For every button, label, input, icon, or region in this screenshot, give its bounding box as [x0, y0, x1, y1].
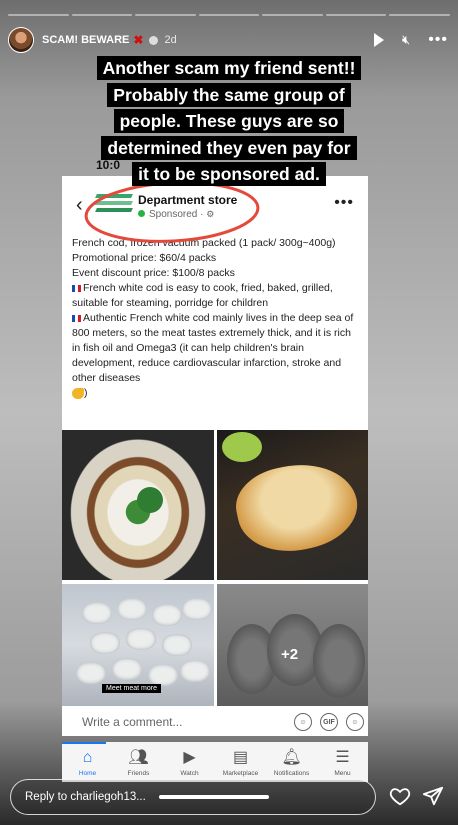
progress-segment: [71, 14, 133, 16]
muscle-emoji-icon: [72, 387, 84, 399]
caption-line: Another scam my friend sent!!: [96, 56, 362, 80]
comment-input: Write a comment...: [82, 715, 183, 729]
verified-icon: [149, 35, 159, 45]
reply-placeholder: Reply to charliegoh13...: [25, 791, 146, 803]
cross-mark-icon: ✖: [133, 33, 144, 47]
story-progress-bar: [8, 14, 451, 16]
more-dots-icon: •••: [334, 194, 354, 211]
menu-icon: ☰: [335, 749, 350, 766]
tab-menu: ☰ Menu: [334, 749, 351, 777]
play-icon[interactable]: [373, 33, 384, 47]
heart-icon[interactable]: [389, 785, 411, 807]
progress-segment: [8, 14, 69, 16]
marketplace-icon: ▤: [232, 749, 249, 766]
active-tab-indicator: [62, 742, 106, 744]
ad-line: Authentic French white cod mainly lives …: [72, 312, 354, 384]
story-header: SCAM! BEWARE ✖ 2d 🔇︎ •••: [8, 26, 448, 54]
tab-friends: 👥︎ Friends: [127, 749, 150, 777]
caption-line: Probably the same group of: [107, 82, 351, 107]
ad-line: Promotional price: $60/4 packs: [72, 252, 217, 264]
photo-frozen-fillets: +2: [217, 584, 368, 706]
france-flag-icon: [72, 314, 81, 322]
gif-icon: GIF: [320, 713, 338, 731]
ad-screenshot: ‹ Department store Sponsored · ⚙ ••• Fre…: [62, 176, 368, 736]
progress-segment: [135, 14, 196, 16]
bell-icon: 🔔︎: [281, 749, 302, 766]
progress-segment: [262, 14, 323, 16]
tab-home: ⌂ Home: [78, 749, 97, 777]
story-caption: Another scam my friend sent!! Probably t…: [0, 55, 458, 188]
ad-body: French cod, frozen vacuum packed (1 pack…: [72, 236, 362, 401]
ad-line: ): [72, 386, 362, 401]
emoji-icon: ☺: [346, 713, 364, 731]
story-view[interactable]: SCAM! BEWARE ✖ 2d 🔇︎ ••• ‹ Department st…: [0, 0, 458, 825]
watch-icon: ▶: [183, 749, 196, 766]
progress-segment: [198, 14, 260, 16]
more-options-icon[interactable]: •••: [428, 31, 448, 49]
tab-notifications: 🔔︎ Notifications: [273, 749, 310, 777]
progress-segment: [389, 14, 451, 16]
caption-line: determined they even pay for: [101, 135, 357, 160]
photo-caption: Meet meat more: [102, 684, 161, 693]
france-flag-icon: [72, 284, 81, 292]
story-time: 2d: [164, 34, 177, 46]
photo-vacuum-packs: Meet meat more: [62, 584, 214, 706]
ad-line: Event discount price: $100/8 packs: [72, 267, 235, 279]
tab-marketplace: ▤ Marketplace: [222, 749, 259, 777]
friends-icon: 👥︎: [128, 749, 149, 766]
username[interactable]: SCAM! BEWARE: [42, 34, 129, 46]
mute-icon[interactable]: 🔇︎: [402, 32, 410, 48]
photo-steamed-cod: [62, 430, 214, 580]
photo-grid: Meet meat more +2: [62, 430, 368, 706]
ad-line: French white cod is easy to cook, fried,…: [72, 282, 333, 309]
progress-segment: [325, 14, 387, 16]
avatar[interactable]: [8, 27, 34, 53]
tab-watch: ▶ Watch: [180, 749, 199, 777]
home-icon: ⌂: [82, 749, 93, 766]
red-highlight-circle: [84, 181, 260, 243]
caption-line: it to be sponsored ad.: [132, 162, 326, 186]
sticker-icon: ☺: [294, 713, 312, 731]
caption-line: people. These guys are so: [113, 109, 345, 133]
send-icon[interactable]: [422, 785, 444, 807]
photo-grilled-cod: [217, 430, 368, 580]
more-photos-count: +2: [281, 646, 299, 663]
facebook-tab-bar: ⌂ Home 👥︎ Friends ▶ Watch ▤ Marketplace 🔔︎ No…: [62, 742, 368, 782]
comment-bar: Write a comment... ☺ GIF ☺: [70, 708, 364, 736]
home-indicator: [159, 795, 269, 799]
